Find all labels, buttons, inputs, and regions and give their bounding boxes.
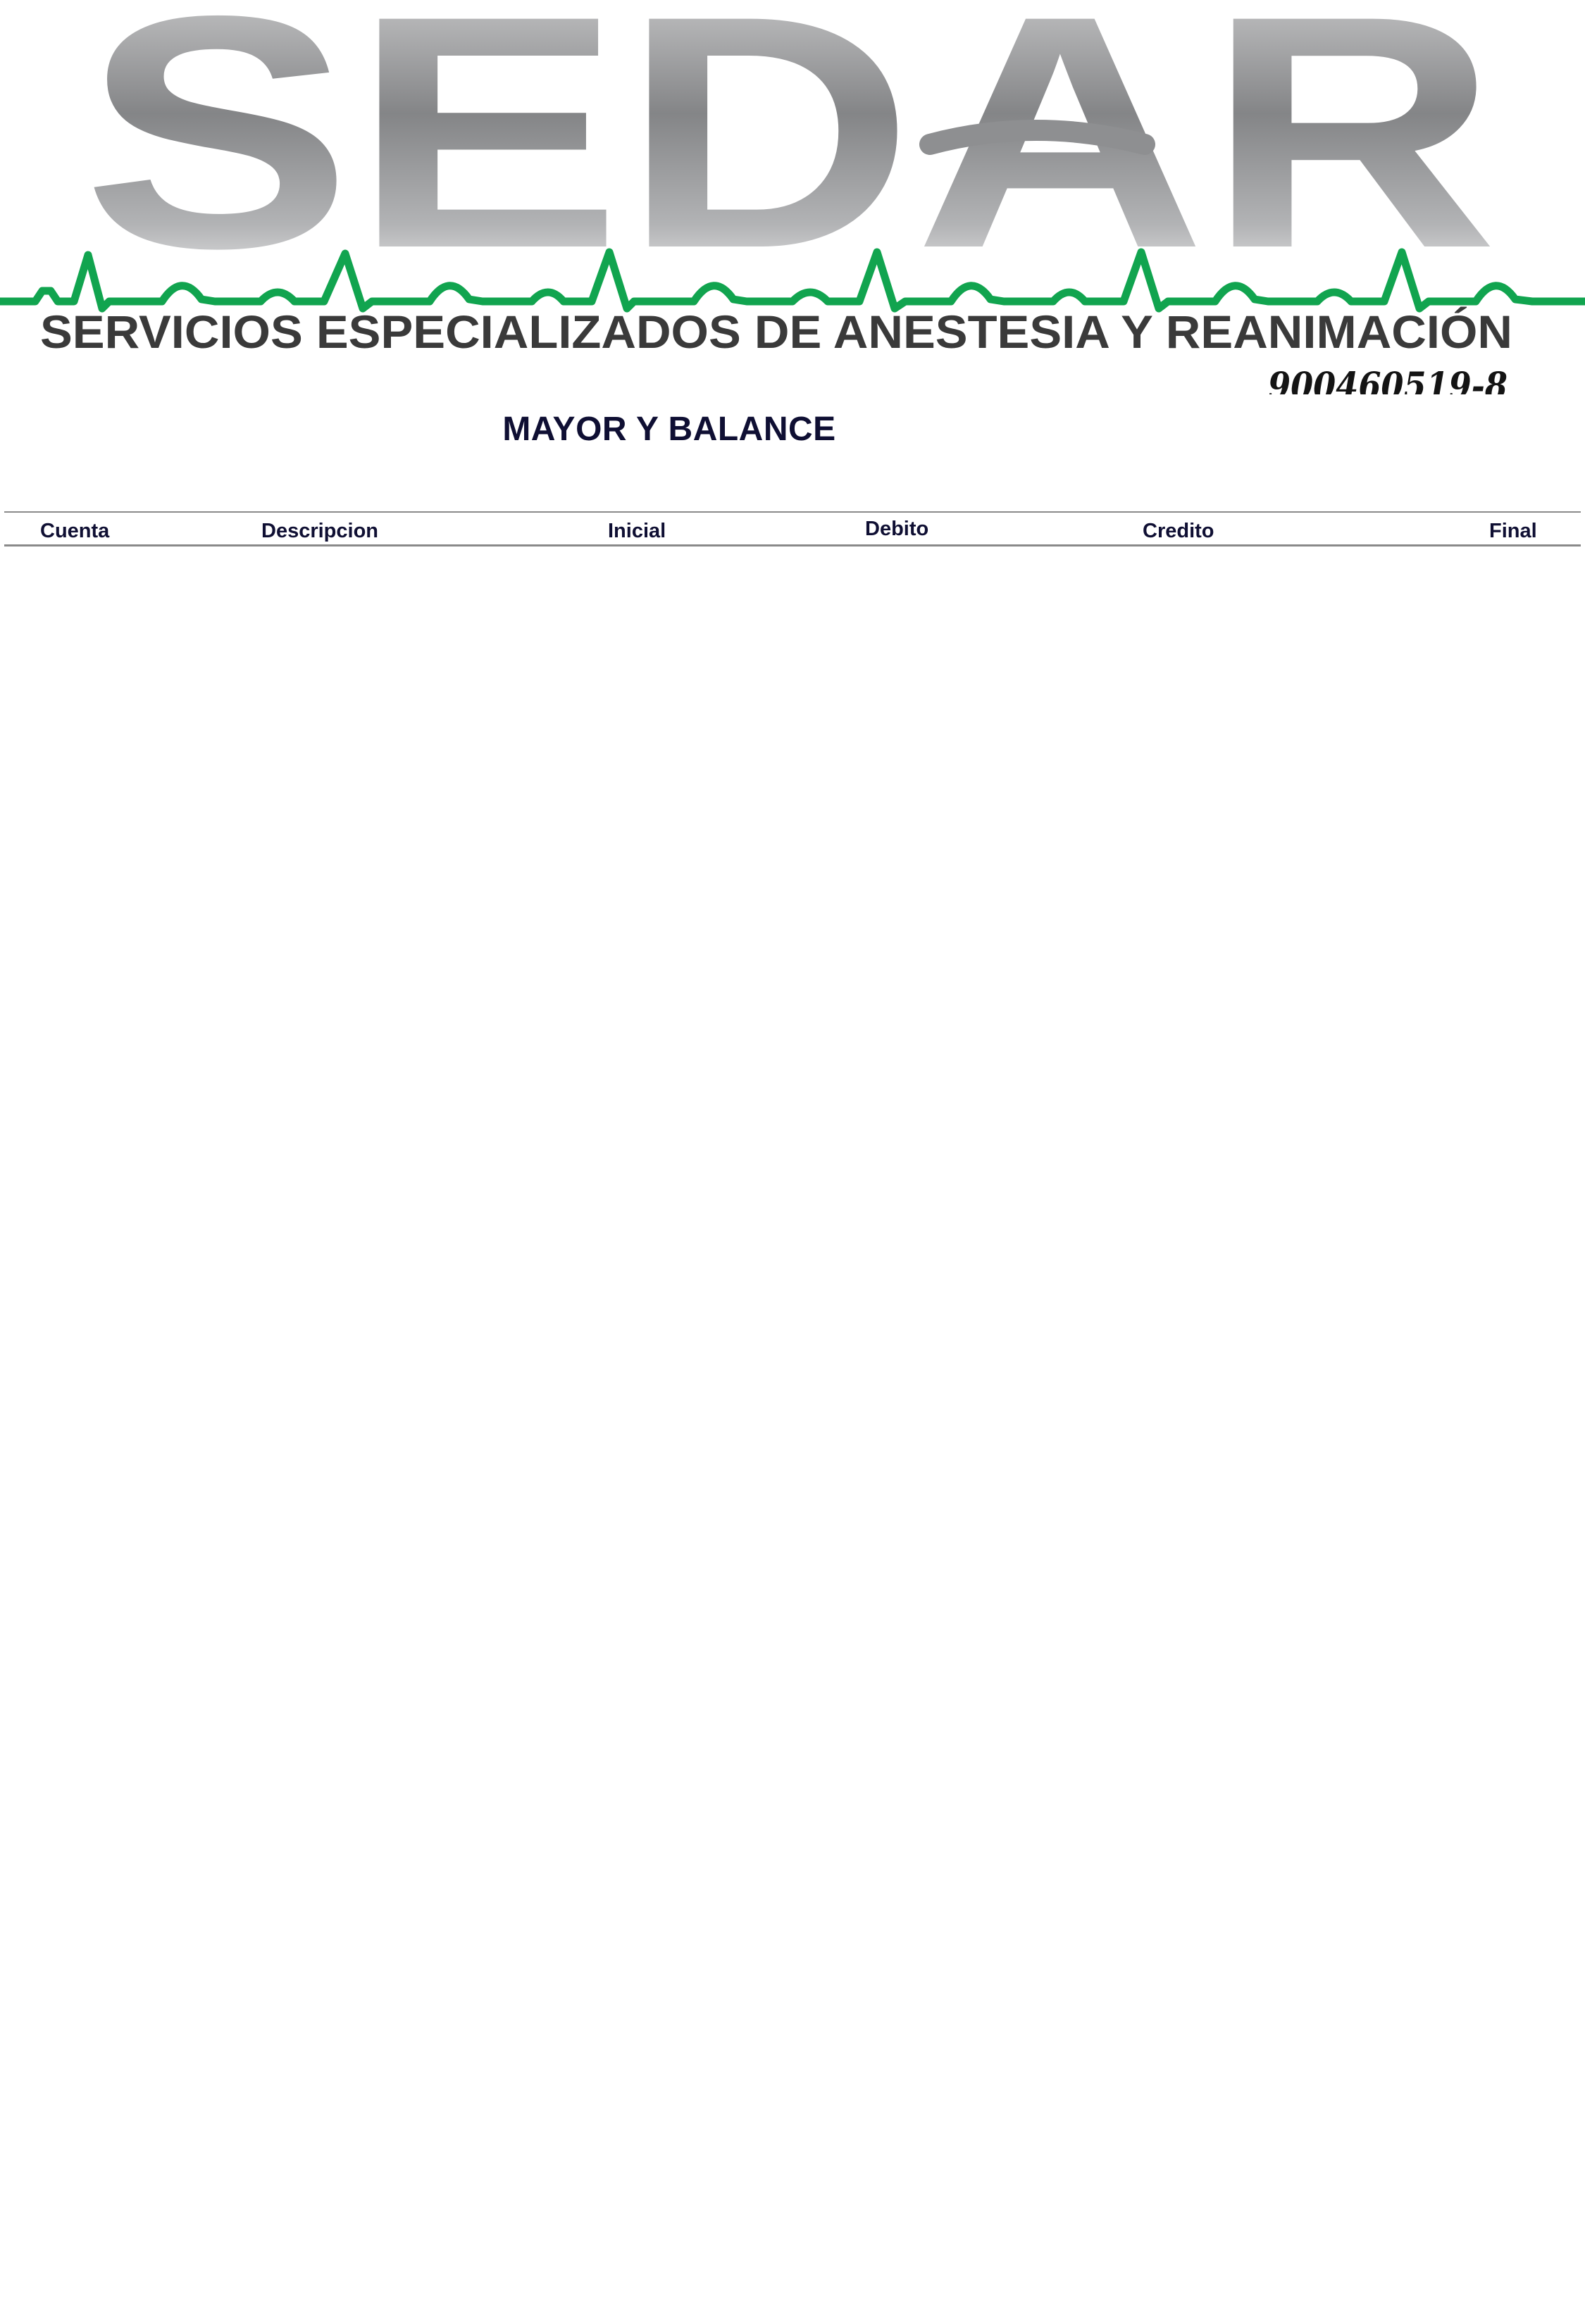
letterhead: SEDAR SERVICIOS ESPECIALIZADOS DE ANESTE…: [0, 0, 1585, 394]
column-header-debito: Debito: [865, 518, 929, 540]
document-title: MAYOR Y BALANCE: [502, 411, 836, 448]
column-header-inicial: Inicial: [608, 520, 666, 542]
sedar-logo: SEDAR: [82, 0, 1498, 317]
column-header-final: Final: [1489, 520, 1537, 542]
column-header-cuenta: Cuenta: [40, 520, 110, 542]
column-header-credito: Credito: [1143, 520, 1214, 542]
column-header-descripcion: Descripcion: [261, 520, 378, 542]
company-name: SERVICIOS ESPECIALIZADOS DE ANESTESIA Y …: [40, 306, 1512, 358]
ledger-table-header: Cuenta Descripcion Inicial Debito Credit…: [4, 511, 1581, 546]
tax-id: 900460519-8: [1268, 365, 1508, 394]
